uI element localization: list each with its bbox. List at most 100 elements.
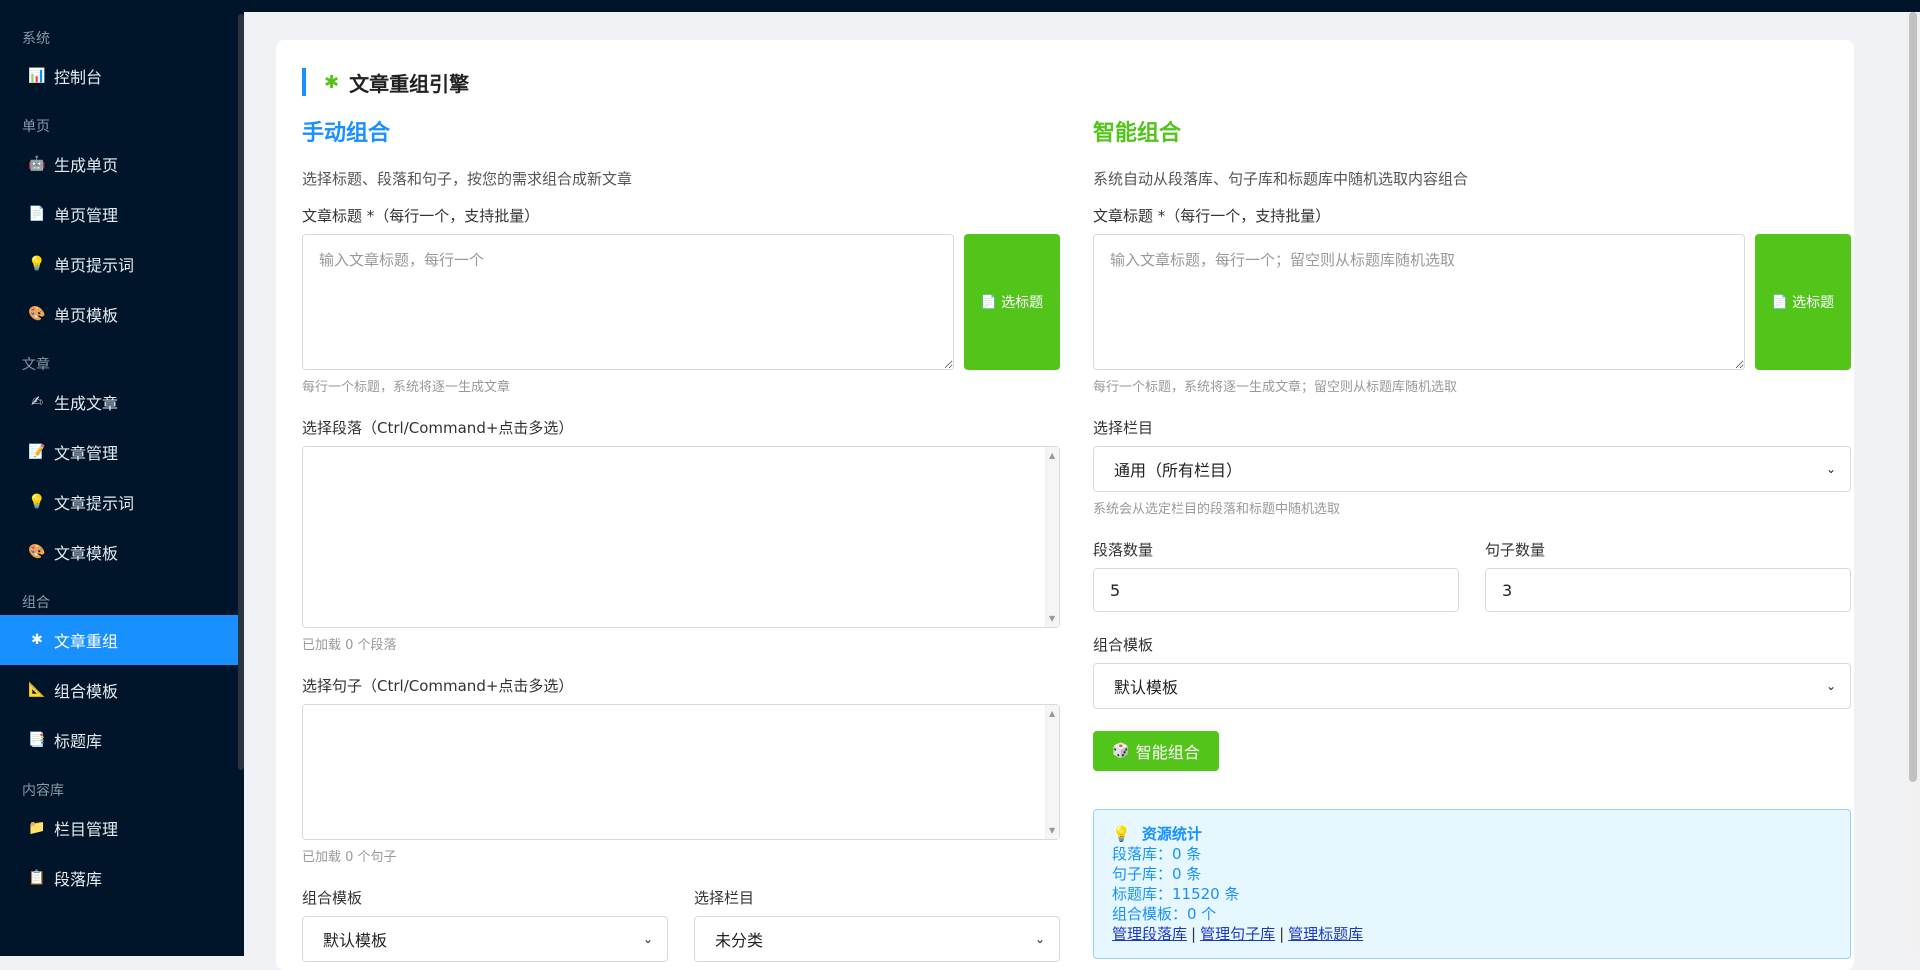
sidebar-item-icon: 📝 [28,444,46,460]
page-title-text: 文章重组引擎 [349,71,470,96]
manual-column-value: 未分类 [715,931,764,950]
smart-column-value: 通用（所有栏目） [1114,461,1243,480]
sidebar-item-icon: 📁 [28,820,46,836]
sidebar-item-label: 文章管理 [54,444,119,463]
sidebar-item-label: 组合模板 [54,682,119,701]
manual-title-hint: 每行一个标题，系统将逐一生成文章 [302,380,511,395]
manage-titles-link[interactable]: 管理标题库 [1288,925,1363,943]
stats-title: 💡 资源统计 [1112,824,1832,844]
smart-template-value: 默认模板 [1114,678,1179,697]
sidebar-item[interactable]: 💡 文章提示词 [0,477,244,527]
sidebar-item-label: 单页提示词 [54,256,135,275]
smart-title-hint: 每行一个标题，系统将逐一生成文章；留空则从标题库随机选取 [1093,380,1458,395]
smart-template-select[interactable]: 默认模板 ⌄ [1093,663,1851,709]
manual-title-label: 文章标题 *（每行一个，支持批量） [302,207,540,225]
sidebar-item-label: 生成文章 [54,394,119,413]
manual-template-select[interactable]: 默认模板 ⌄ [302,916,668,962]
sidebar-item-icon: 🤖 [28,156,46,172]
sidebar-item-label: 标题库 [54,732,103,751]
smart-title-label: 文章标题 *（每行一个，支持批量） [1093,207,1331,225]
chevron-down-icon: ⌄ [1034,932,1045,946]
smart-pick-title-button[interactable]: 📄 选标题 [1755,234,1851,370]
sidebar-item[interactable]: 🎨 单页模板 [0,289,244,339]
sidebar-item-label: 文章模板 [54,544,119,563]
sent-count-label: 句子数量 [1485,541,1546,559]
sidebar-item-label: 生成单页 [54,156,119,175]
manual-desc: 选择标题、段落和句子，按您的需求组合成新文章 [302,170,633,188]
manual-template-value: 默认模板 [323,931,388,950]
para-count-input[interactable]: 5 [1093,568,1459,612]
smart-desc: 系统自动从段落库、句子库和标题库中随机选取内容组合 [1093,170,1469,188]
sidebar-item[interactable]: 📁 栏目管理 [0,803,244,853]
smart-column-select[interactable]: 通用（所有栏目） ⌄ [1093,446,1851,492]
sentence-select-list[interactable]: ▲ ▼ [302,704,1060,840]
sidebar-item-icon: 📑 [28,732,46,748]
stats-sent: 句子库：0 条 [1112,865,1202,883]
stats-links: 管理段落库 | 管理句子库 | 管理标题库 [1112,925,1364,943]
manage-para-link[interactable]: 管理段落库 [1112,925,1187,943]
manual-column-label: 选择栏目 [694,889,755,907]
sidebar-item-icon: ✍ [31,394,43,410]
manual-pick-title-label: 选标题 [1001,295,1044,311]
sidebar-scrollbar[interactable] [238,14,244,770]
sidebar-item-icon: 💡 [28,256,46,272]
smart-pick-title-label: 选标题 [1792,295,1835,311]
smart-column-label: 选择栏目 [1093,419,1154,437]
sidebar-item[interactable]: 📑 标题库 [0,715,244,765]
sidebar-group-label: 文章 [22,357,50,373]
main-card: ✱ 文章重组引擎 手动组合 选择标题、段落和句子，按您的需求组合成新文章 文章标… [276,40,1854,970]
sidebar-item[interactable]: 🤖 生成单页 [0,139,244,189]
sidebar-group-label: 内容库 [22,783,64,799]
top-bar [244,0,1920,12]
sidebar-item-label: 栏目管理 [54,820,119,839]
dice-icon: 🎲 [1112,743,1130,759]
manual-section: 手动组合 选择标题、段落和句子，按您的需求组合成新文章 文章标题 *（每行一个，… [302,116,1060,962]
manual-column-select[interactable]: 未分类 ⌄ [694,916,1060,962]
manual-sent-hint: 已加载 0 个句子 [302,850,397,865]
sidebar-item[interactable]: 📊 控制台 [0,51,244,101]
smart-combine-label: 智能组合 [1135,743,1200,762]
lightbulb-icon: 💡 [1112,825,1131,843]
sidebar-group-label: 组合 [22,595,50,611]
stats-para: 段落库：0 条 [1112,845,1202,863]
chevron-down-icon: ⌄ [1825,462,1836,476]
sidebar-item-label: 单页管理 [54,206,119,225]
sidebar-item[interactable]: ✍ 生成文章 [0,377,244,427]
sent-count-input[interactable]: 3 [1485,568,1851,612]
para-count-value: 5 [1110,580,1121,600]
sidebar-item[interactable]: 📄 单页管理 [0,189,244,239]
smart-combine-button[interactable]: 🎲 智能组合 [1093,731,1219,771]
sidebar-item-label: 控制台 [54,68,103,87]
manual-pick-title-button[interactable]: 📄 选标题 [964,234,1060,370]
paragraph-select-list[interactable]: ▲ ▼ [302,446,1060,628]
sidebar-item-icon: 💡 [28,494,46,510]
sidebar-group-label: 系统 [22,31,50,47]
sidebar-item[interactable]: 📐 组合模板 [0,665,244,715]
manual-title-input[interactable] [302,234,954,370]
sidebar-group-label: 单页 [22,119,50,135]
sidebar-item-icon: 🎨 [28,544,46,560]
sidebar-item[interactable]: 💡 单页提示词 [0,239,244,289]
stats-title-text: 资源统计 [1141,825,1202,843]
manual-para-hint: 已加载 0 个段落 [302,638,397,653]
sidebar-item[interactable]: 📝 文章管理 [0,427,244,477]
main-scrollbar-thumb[interactable] [1909,12,1917,782]
manual-sent-label: 选择句子（Ctrl/Command+点击多选） [302,677,574,695]
sidebar-item[interactable]: ✱ 文章重组 [0,615,244,665]
stats-templates: 组合模板：0 个 [1112,905,1217,923]
sidebar-item[interactable]: 📋 段落库 [0,853,244,903]
sidebar-item-icon: 📐 [28,682,46,698]
chevron-down-icon: ⌄ [642,932,653,946]
sidebar-item-label: 段落库 [54,870,103,889]
sidebar-item[interactable]: 🎨 文章模板 [0,527,244,577]
manual-para-label: 选择段落（Ctrl/Command+点击多选） [302,419,574,437]
sent-count-value: 3 [1502,580,1513,600]
sentence-list-scrollbar[interactable]: ▲ ▼ [1045,705,1059,839]
smart-title-input[interactable] [1093,234,1745,370]
smart-column-hint: 系统会从选定栏目的段落和标题中随机选取 [1093,502,1341,517]
manage-sent-link[interactable]: 管理句子库 [1200,925,1275,943]
document-icon: 📄 [980,294,998,310]
page-title: ✱ 文章重组引擎 [302,68,469,96]
paragraph-list-scrollbar[interactable]: ▲ ▼ [1045,447,1059,627]
document-icon: 📄 [1771,294,1789,310]
